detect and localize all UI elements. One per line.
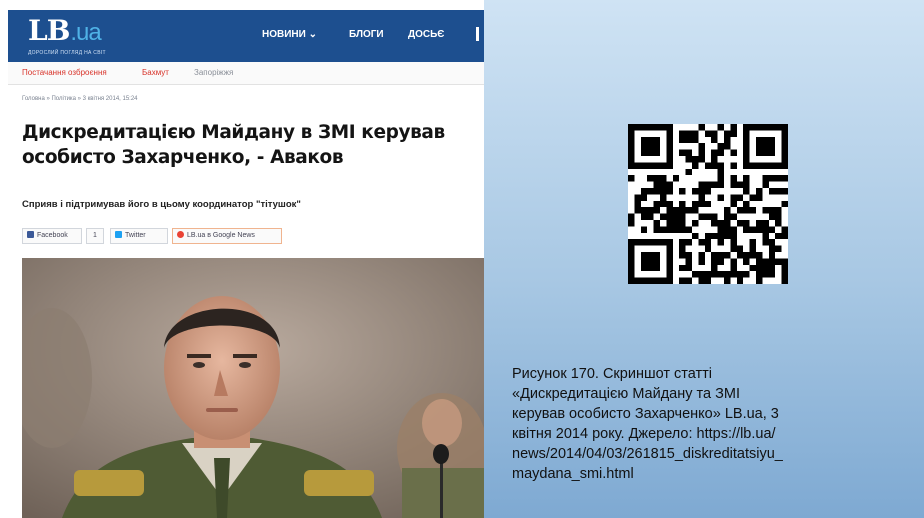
breadcrumb[interactable]: Головна » Політика » 3 квітня 2014, 15:2… [22,96,138,102]
twitter-label: Twitter [125,232,146,239]
article-screenshot: LB.ua ДОРОСЛИЙ ПОГЛЯД НА СВІТ НОВИНИ ⌄ Б… [8,10,485,518]
trend-link-zaporizhzhia[interactable]: Запоріжжя [194,68,233,77]
trending-bar: Постачання озброєння Бахмут Запоріжжя [8,62,484,85]
logo-text: LB [28,14,70,47]
google-news-button[interactable]: LB.ua в Google News [172,228,282,244]
nav-blogs[interactable]: БЛОГИ [349,29,384,40]
facebook-icon [27,231,34,238]
twitter-share-button[interactable]: Twitter [110,228,168,244]
facebook-share-count: 1 [86,228,104,244]
nav-dossier[interactable]: ДОСЬЄ [408,29,444,40]
trend-link-weapons[interactable]: Постачання озброєння [22,68,107,77]
qr-code[interactable] [628,124,788,284]
trend-link-bakhmut[interactable]: Бахмут [142,68,169,77]
figure-caption: Рисунок 170. Скриншот статті «Дискредита… [512,366,783,482]
logo-domain: .ua [70,19,101,46]
site-logo[interactable]: LB.ua [28,14,102,50]
nav-more-marker[interactable] [476,27,479,41]
google-icon [177,231,184,238]
site-tagline: ДОРОСЛИЙ ПОГЛЯД НА СВІТ [28,50,106,56]
twitter-icon [115,231,122,238]
article-photo [22,258,484,518]
nav-news[interactable]: НОВИНИ ⌄ [262,29,317,40]
article-lead: Сприяв і підтримував його в цьому коорди… [22,199,301,210]
caption-panel: Рисунок 170. Скриншот статті «Дискредита… [484,0,924,518]
article-headline: Дискредитацією Майдану в ЗМІ керував осо… [22,122,445,168]
facebook-label: Facebook [37,232,68,239]
google-news-label: LB.ua в Google News [187,232,255,239]
site-header: LB.ua ДОРОСЛИЙ ПОГЛЯД НА СВІТ НОВИНИ ⌄ Б… [8,10,484,62]
facebook-share-button[interactable]: Facebook [22,228,82,244]
